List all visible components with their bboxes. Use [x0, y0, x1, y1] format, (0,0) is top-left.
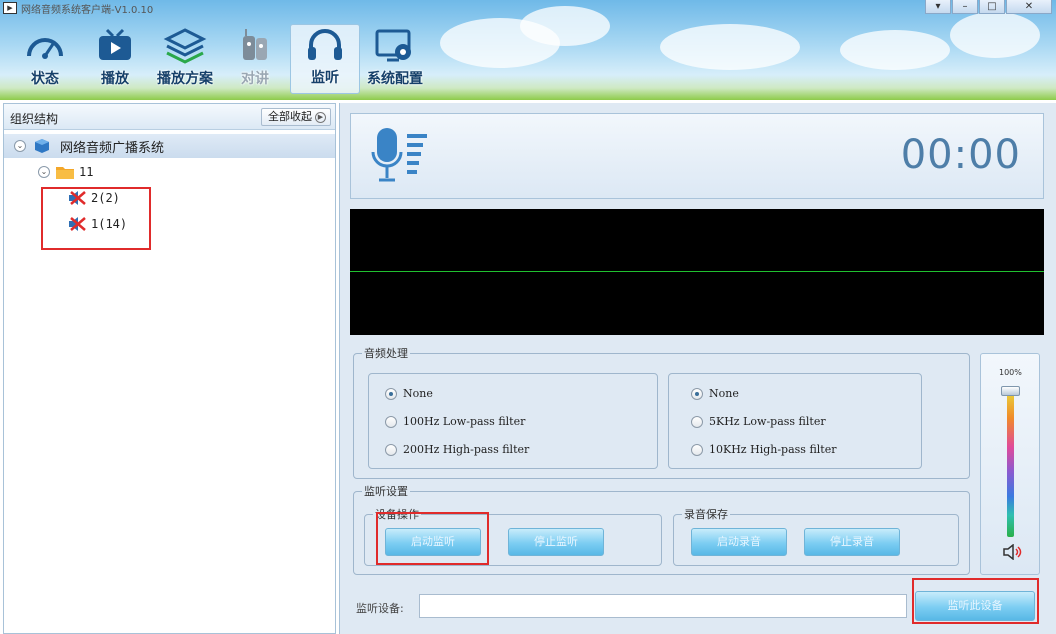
tree-group-label: 11 [79, 165, 94, 179]
filter-left-none-option[interactable]: None [385, 387, 433, 400]
tool-config[interactable]: 系统配置 [360, 24, 430, 94]
gauge-icon [27, 38, 63, 59]
tree-root-label: 网络音频广播系统 [60, 140, 165, 156]
collapse-all-label: 全部收起 [268, 110, 312, 123]
tool-intercom[interactable]: 对讲 [220, 24, 290, 94]
filter-left-none-label: None [403, 387, 433, 400]
cube-icon [35, 139, 49, 153]
window-controls: ▾ – □ ✕ [924, 0, 1052, 14]
collapse-toggle-icon[interactable]: ⌄ [38, 166, 50, 178]
tree-root-node[interactable]: ⌄ 网络音频广播系统 [4, 134, 335, 158]
filter-right-none-label: None [709, 387, 739, 400]
maximize-button[interactable]: □ [979, 0, 1005, 14]
filter-10khz-highpass-option[interactable]: 10KHz High-pass filter [691, 443, 836, 456]
window-title: 网络音频系统客户端-V1.0.10 [21, 4, 154, 16]
filter-100hz-lowpass-label: 100Hz Low-pass filter [403, 415, 526, 428]
monitor-status-panel: 00:00 [350, 113, 1044, 199]
organization-title: 组织结构 [10, 112, 59, 126]
app-header: ▶ 网络音频系统客户端-V1.0.10 ▾ – □ ✕ 状态 播放 播放方案 对… [0, 0, 1056, 100]
speaker-icon[interactable] [1003, 544, 1023, 560]
headphones-icon [308, 29, 342, 60]
tool-play-label: 播放 [101, 71, 129, 87]
filter-200hz-highpass-option[interactable]: 200Hz High-pass filter [385, 443, 529, 456]
folder-icon [56, 167, 74, 179]
layers-icon [163, 28, 207, 64]
record-save-legend: 录音保存 [684, 508, 728, 521]
radio-checked-icon[interactable] [385, 387, 397, 400]
radio-icon[interactable] [385, 415, 397, 428]
start-record-button[interactable]: 启动录音 [691, 528, 787, 556]
stop-record-button[interactable]: 停止录音 [804, 528, 900, 556]
tool-plan[interactable]: 播放方案 [150, 24, 220, 94]
monitor-device-input[interactable] [419, 594, 907, 618]
organization-panel: 组织结构 全部收起 ▶ ⌄ 网络音频广播系统 ⌄ 11 2(2) 1(14) [3, 103, 336, 634]
minimize-button[interactable]: – [952, 0, 978, 14]
monitor-settings-legend: 监听设置 [364, 485, 408, 498]
filter-100hz-lowpass-option[interactable]: 100Hz Low-pass filter [385, 415, 525, 428]
chevron-right-icon: ▶ [315, 111, 326, 123]
tool-status[interactable]: 状态 [10, 24, 80, 94]
radio-icon[interactable] [691, 415, 703, 428]
filter-10khz-highpass-label: 10KHz High-pass filter [709, 443, 837, 456]
tool-play[interactable]: 播放 [80, 24, 150, 94]
monitor-device-label: 监听设备: [356, 602, 404, 615]
menu-dropdown-button[interactable]: ▾ [925, 0, 951, 14]
tool-status-label: 状态 [31, 71, 59, 87]
radio-icon[interactable] [691, 443, 703, 456]
close-button[interactable]: ✕ [1006, 0, 1052, 14]
title-bar: ▶ 网络音频系统客户端-V1.0.10 ▾ – □ ✕ [0, 0, 1056, 16]
tool-intercom-label: 对讲 [241, 71, 269, 87]
stop-monitor-button[interactable]: 停止监听 [508, 528, 604, 556]
monitor-timer: 00:00 [900, 132, 1021, 178]
filter-right-none-option[interactable]: None [691, 387, 739, 400]
tool-monitor-label: 监听 [311, 70, 339, 86]
volume-percent: 100% [999, 368, 1022, 377]
device-button-highlight-box [912, 578, 1039, 624]
app-icon: ▶ [3, 2, 17, 14]
organization-panel-header: 组织结构 全部收起 ▶ [4, 104, 335, 130]
main-toolbar: 状态 播放 播放方案 对讲 监听 系统配置 [10, 24, 430, 94]
filter-200hz-highpass-label: 200Hz High-pass filter [403, 443, 530, 456]
settings-monitor-icon [375, 29, 411, 62]
tool-monitor[interactable]: 监听 [290, 24, 360, 94]
start-monitor-highlight-box [376, 512, 489, 565]
audio-processing-legend: 音频处理 [364, 347, 408, 360]
radio-icon[interactable] [385, 443, 397, 456]
collapse-toggle-icon[interactable]: ⌄ [14, 140, 26, 152]
tool-config-label: 系统配置 [367, 71, 423, 87]
waveform-baseline [350, 271, 1044, 272]
collapse-all-button[interactable]: 全部收起 ▶ [261, 108, 331, 126]
volume-slider-thumb[interactable] [1001, 386, 1020, 396]
volume-panel: 100% [980, 353, 1040, 575]
microphone-icon [371, 128, 427, 182]
audio-waveform-display [350, 209, 1044, 335]
filter-5khz-lowpass-option[interactable]: 5KHz Low-pass filter [691, 415, 826, 428]
volume-slider-track[interactable] [1007, 392, 1014, 537]
tool-plan-label: 播放方案 [157, 71, 213, 87]
terminals-highlight-box [41, 187, 151, 250]
radio-checked-icon[interactable] [691, 387, 703, 400]
tree-group-node[interactable]: ⌄ 11 [38, 160, 93, 184]
walkie-talkie-icon [243, 29, 267, 60]
filter-5khz-lowpass-label: 5KHz Low-pass filter [709, 415, 826, 428]
tv-icon [99, 28, 131, 60]
